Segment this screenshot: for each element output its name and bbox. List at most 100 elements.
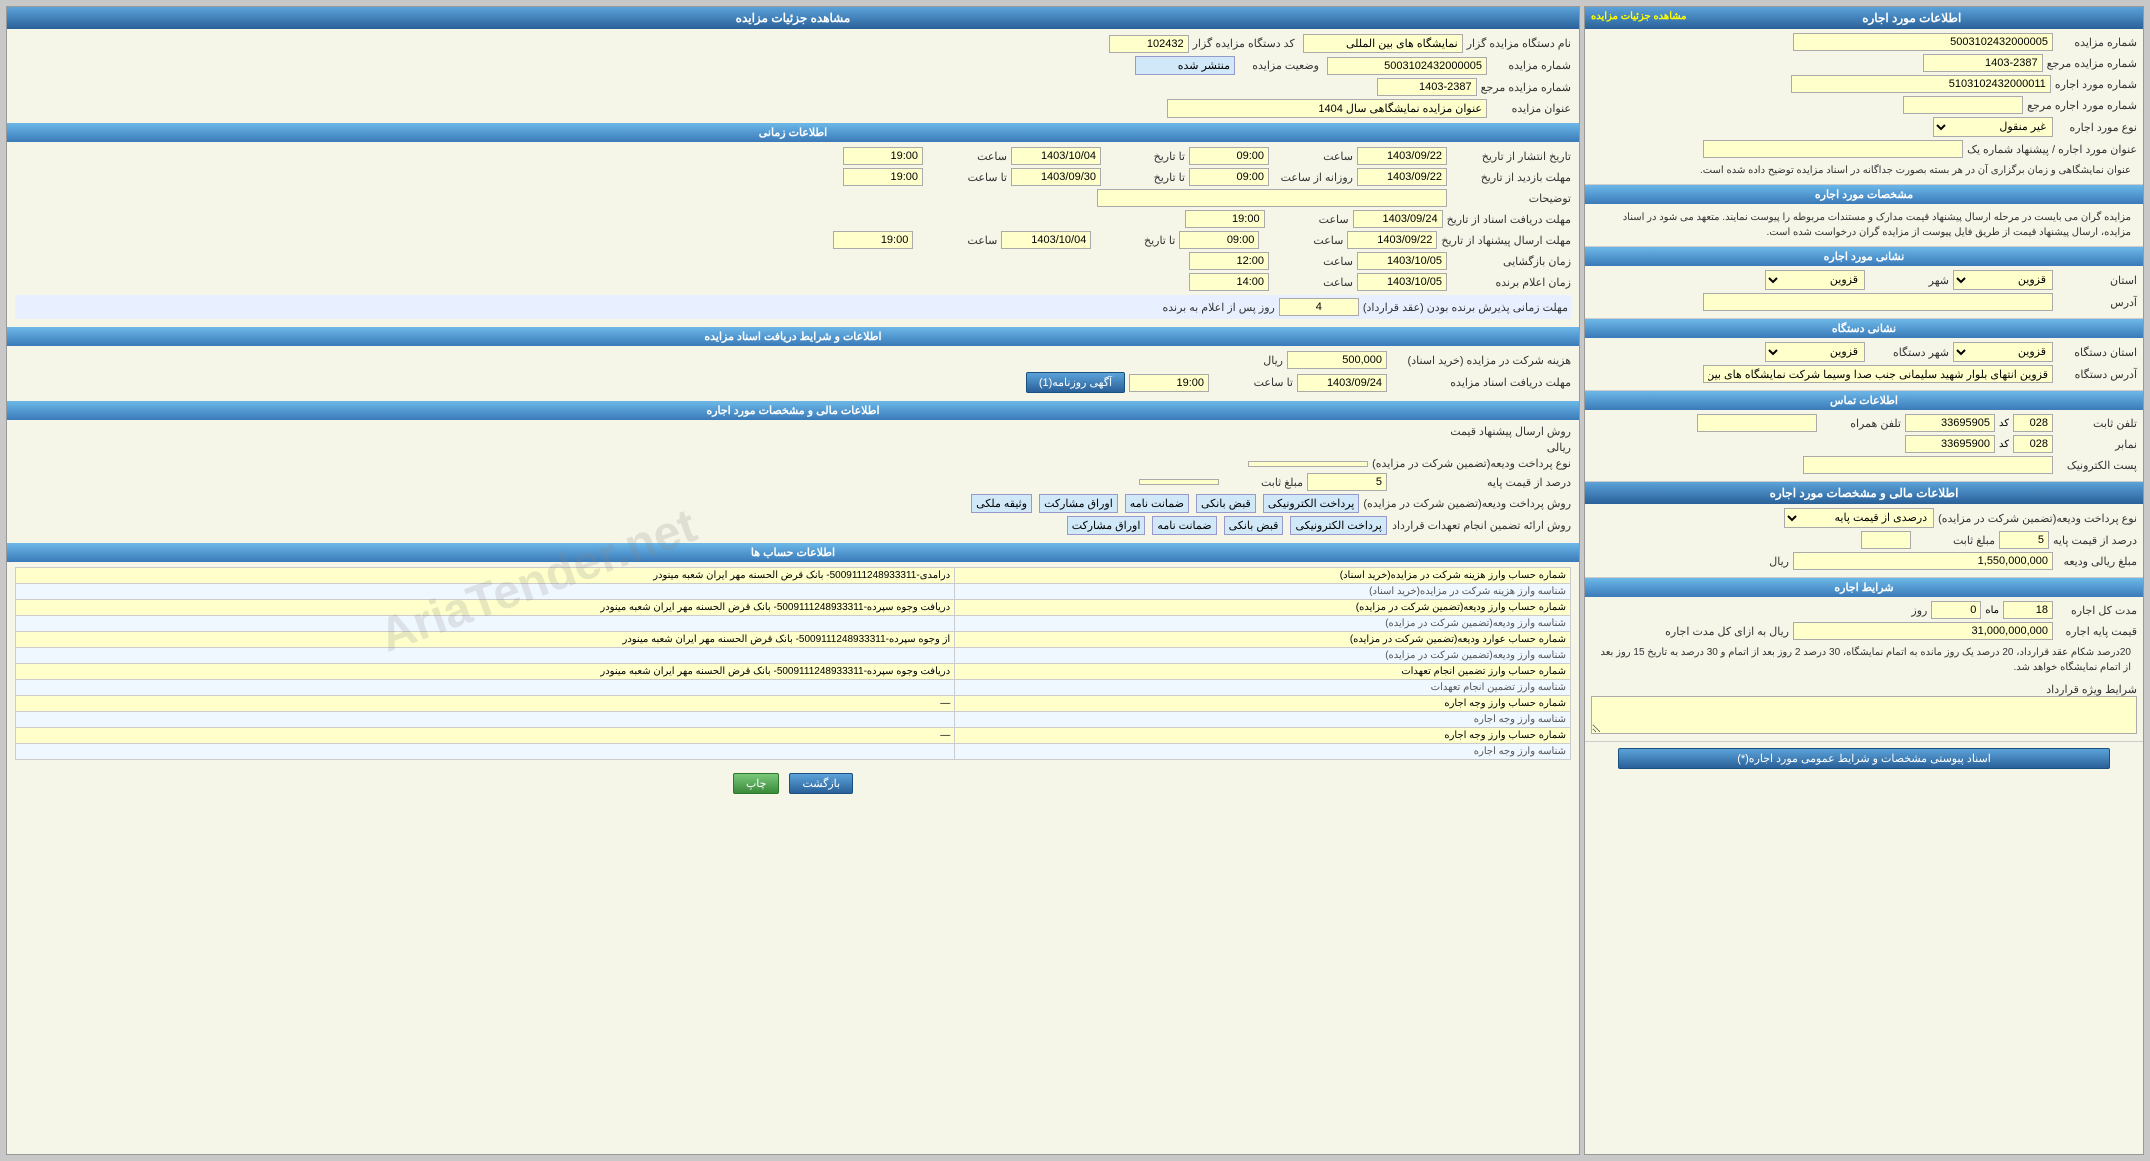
r-title-label: عنوان مزایده	[1491, 102, 1571, 115]
province-select[interactable]: قزوین	[1953, 270, 2053, 290]
account-value-right-3: دریافت وجوه سپرده-5009111248933311- بانک…	[16, 664, 955, 680]
title-label: عنوان مورد اجاره / پیشنهاد شماره یک	[1967, 143, 2137, 156]
city-select[interactable]: قزوین	[1765, 270, 1865, 290]
fax-number-input[interactable]	[1905, 435, 1995, 453]
publish-end-date: 1403/10/04	[1011, 147, 1101, 165]
city-label: شهر	[1869, 274, 1949, 287]
doc-receive-start-date: 1403/09/24	[1353, 210, 1443, 228]
doc-receive-label: مهلت دریافت اسناد از تاریخ	[1447, 213, 1571, 226]
device-province-select[interactable]: قزوین	[1953, 342, 2053, 362]
offer-send-end-label: تا تاریخ	[1095, 234, 1175, 247]
r-status-label: وضعیت مزایده	[1239, 59, 1319, 72]
purchase-start-label: مهلت بازدید از تاریخ	[1451, 171, 1571, 184]
special-conditions-textarea[interactable]	[1591, 696, 2137, 734]
opening-date: 1403/10/05	[1357, 252, 1447, 270]
duration-unit: روز	[1847, 604, 1927, 617]
payment-method-property: وثیقه ملکی	[971, 494, 1032, 513]
deposit-amount-input[interactable]	[1793, 552, 2053, 570]
left-financial-title: اطلاعات مالی و مشخصات مورد اجاره	[1770, 486, 1959, 500]
doc-deadline-time-label: تا ساعت	[1213, 376, 1293, 389]
winner-time: 14:00	[1189, 273, 1269, 291]
offer-send-label: مهلت ارسال پیشنهاد از تاریخ	[1441, 234, 1571, 247]
offer-send-end-time-label: ساعت	[917, 234, 997, 247]
back-button[interactable]: بازگشت	[789, 773, 853, 794]
print-button[interactable]: چاپ	[733, 773, 780, 794]
contract-method-label: روش ارائه تضمین انجام تعهدات قرارداد	[1391, 519, 1571, 532]
code-label: کد دستگاه مزایده گزار	[1193, 37, 1295, 50]
purchase-end-label: تا تاریخ	[1105, 171, 1185, 184]
duration-day-input[interactable]	[1931, 601, 1981, 619]
account-row-label-2: شناسه وارز ودیعه(تضمین شرکت در مزایده)	[16, 648, 1571, 664]
device-address-input[interactable]	[1703, 365, 2053, 383]
payment-method-electronic: پرداخت الکترونیکی	[1263, 494, 1360, 513]
deposit-percent-input[interactable]	[1999, 531, 2049, 549]
code-value: 102432	[1109, 35, 1189, 53]
account-value-left-1	[16, 616, 955, 632]
offer-send-start-date: 1403/09/22	[1347, 231, 1437, 249]
financial-title: اطلاعات و شرایط دریافت اسناد مزایده	[704, 331, 881, 343]
lease-number-input[interactable]	[1791, 75, 2051, 93]
contract-method-bonds: اوراق مشارکت	[1067, 516, 1146, 535]
r-deposit-percent-label: درصد از قیمت پایه	[1391, 476, 1571, 489]
r-fixed-amount-label: مبلغ ثابت	[1223, 476, 1303, 489]
opening-time: 12:00	[1189, 252, 1269, 270]
payment-method-bonds: اوراق مشارکت	[1039, 494, 1118, 513]
purchase-start-time-label: روزانه از ساعت	[1273, 171, 1353, 184]
price-currency-label: ریالی	[1391, 441, 1571, 454]
fixed-amount-input[interactable]	[1861, 531, 1911, 549]
payment-method-cash: قبض بانکی	[1196, 494, 1256, 513]
download-button[interactable]: اسناد پیوستی مشخصات و شرایط عمومی مورد ا…	[1618, 748, 2109, 769]
base-price-input[interactable]	[1793, 622, 2053, 640]
fax-code-input[interactable]	[2013, 435, 2053, 453]
device-city-select[interactable]: قزوین	[1765, 342, 1865, 362]
conditions-text: 20درصد شکام عقد قرارداد، 20 درصد یک روز …	[1591, 643, 2137, 677]
lease-number-label: شماره مورد اجاره	[2055, 78, 2137, 91]
fee-currency: ریال	[1203, 354, 1283, 367]
email-input[interactable]	[1803, 456, 2053, 474]
doc-receive-time: 19:00	[1185, 210, 1265, 228]
base-price-label: قیمت پایه اجاره	[2057, 625, 2137, 638]
account-row-5: شماره حساب وارز وجه اجاره —	[16, 728, 1571, 744]
address-input[interactable]	[1703, 293, 2053, 311]
ref-number-input[interactable]	[1923, 54, 2043, 72]
r-status-value: منتشر شده	[1135, 56, 1235, 75]
deposit-option-select[interactable]: درصدی از قیمت پایه	[1784, 508, 1934, 528]
contract-method-cash: قبض بانکی	[1224, 516, 1284, 535]
mobile-input[interactable]	[1697, 414, 1817, 432]
account-title-left-4: شناسه وارز وجه اجاره	[955, 712, 1571, 728]
winner-date: 1403/10/05	[1357, 273, 1447, 291]
type-select[interactable]: غیر منقول	[1933, 117, 2053, 137]
address-label: آدرس	[2057, 296, 2137, 309]
location-header: نشانی مورد اجاره	[1585, 247, 2143, 266]
r-auction-number-value: 5003102432000005	[1327, 57, 1487, 75]
deposit-currency: ریال	[1709, 555, 1789, 568]
account-title-left-1: شناسه وارز ودیعه(تضمین شرکت در مزایده)	[955, 616, 1571, 632]
auction-number-input[interactable]	[1793, 33, 2053, 51]
right-panel-header: مشاهده جزئیات مزایده	[7, 7, 1579, 29]
location-title: نشانی مورد اجاره	[1824, 251, 1905, 263]
left-panel-link[interactable]: مشاهده جزئیات مزایده	[1591, 11, 1687, 22]
account-value-right-0: درامدی-5009111248933311- بانک قرض الحسنه…	[16, 568, 955, 584]
phone-number-input[interactable]	[1905, 414, 1995, 432]
ref-lease-input[interactable]	[1903, 96, 2023, 114]
device-province-label: استان دستگاه	[2057, 346, 2137, 359]
accounts-title: اطلاعات حساب ها	[751, 547, 835, 559]
lease-specs-title: مشخصات مورد اجاره	[1815, 189, 1913, 201]
r-ref-value: 1403-2387	[1377, 78, 1477, 96]
r-ref-label: شماره مزایده مرجع	[1481, 81, 1571, 94]
account-value-left-4	[16, 712, 955, 728]
opening-label: زمان بازگشایی	[1451, 255, 1571, 268]
financial-section-header: اطلاعات و شرایط دریافت اسناد مزایده	[7, 327, 1579, 346]
announcement-button[interactable]: آگهی روزنامه(1)	[1026, 372, 1125, 393]
province-label: استان	[2057, 274, 2137, 287]
r-title-value: عنوان مزایده نمایشگاهی سال 1404	[1167, 99, 1487, 118]
title-input[interactable]	[1703, 140, 1963, 158]
special-conditions-label: شرایط ویژه قرارداد	[2046, 684, 2137, 696]
lease-financial-header: اطلاعات مالی و مشخصات مورد اجاره	[7, 401, 1579, 420]
contact-header: اطلاعات تماس	[1585, 391, 2143, 410]
duration-month-input[interactable]	[2003, 601, 2053, 619]
deposit-type-value	[1248, 461, 1368, 467]
offer-send-end-date: 1403/10/04	[1001, 231, 1091, 249]
account-value-right-2: از وجوه سپرده-5009111248933311- بانک قرض…	[16, 632, 955, 648]
phone-code-input[interactable]	[2013, 414, 2053, 432]
